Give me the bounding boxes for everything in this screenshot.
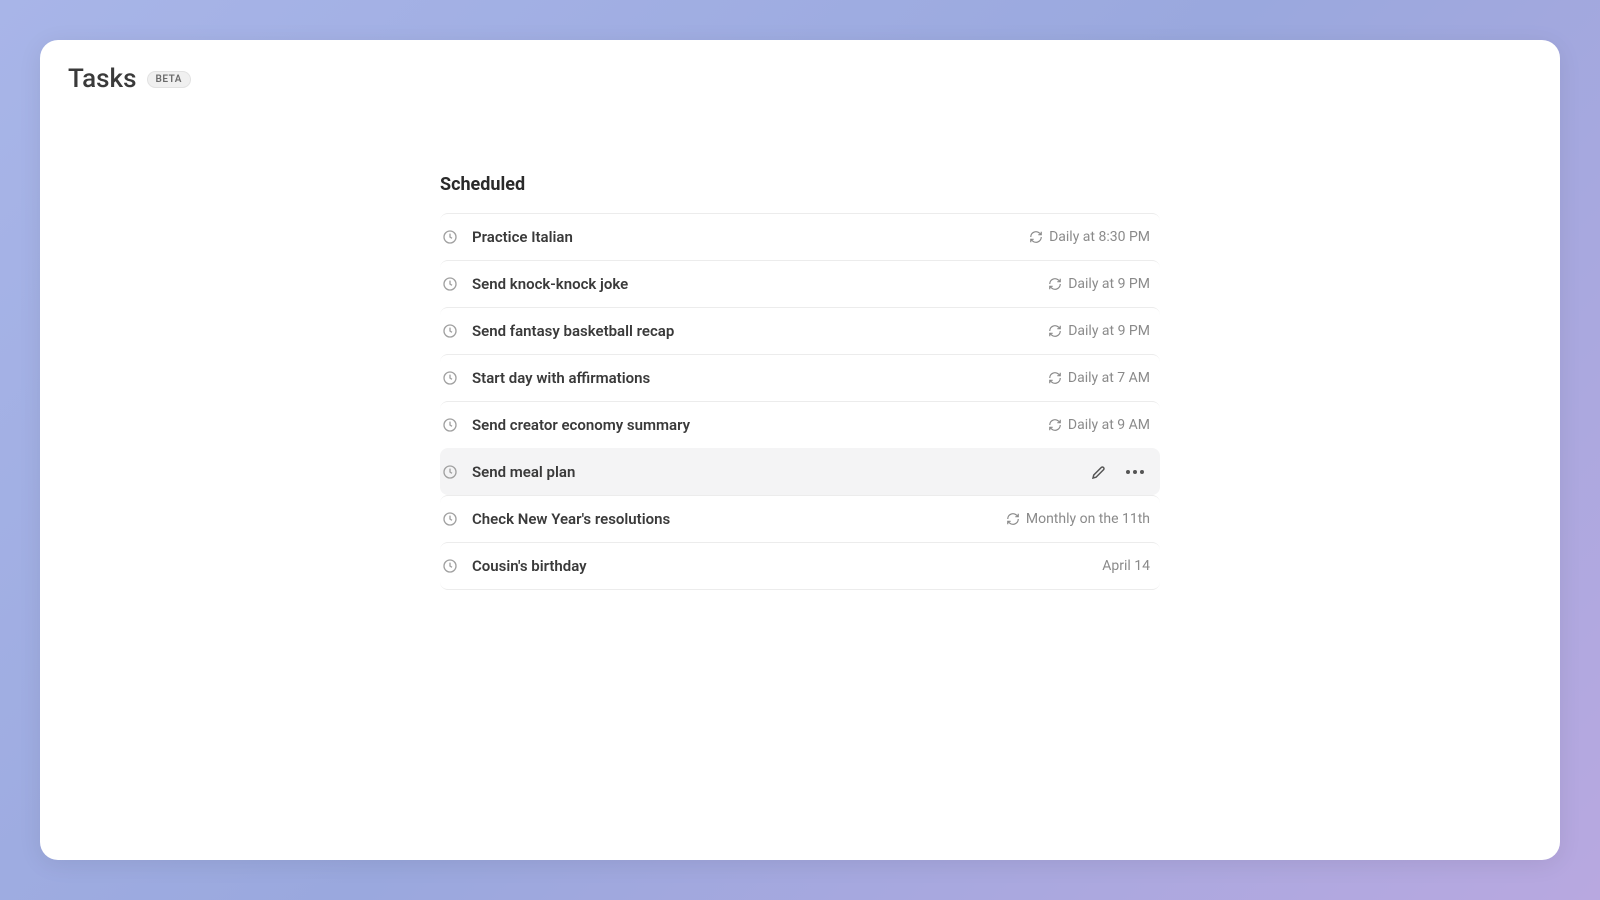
task-schedule: April 14 xyxy=(1102,558,1150,574)
task-title: Send knock-knock joke xyxy=(472,275,1034,293)
task-row[interactable]: Send knock-knock joke Daily at 9 PM xyxy=(440,260,1160,307)
task-schedule-text: Daily at 7 AM xyxy=(1068,370,1150,386)
page-title: Tasks xyxy=(68,64,137,94)
more-icon[interactable] xyxy=(1126,470,1144,474)
clock-icon xyxy=(442,323,458,339)
main-content: Scheduled Practice Italian Daily at 8:30 … xyxy=(440,174,1160,590)
task-title: Start day with affirmations xyxy=(472,369,1034,387)
task-title: Send fantasy basketball recap xyxy=(472,322,1034,340)
task-schedule-text: Daily at 9 PM xyxy=(1068,276,1150,292)
row-actions xyxy=(1090,463,1144,481)
task-title: Check New Year's resolutions xyxy=(472,510,992,528)
clock-icon xyxy=(442,370,458,386)
task-schedule-text: April 14 xyxy=(1102,558,1150,574)
task-schedule: Daily at 7 AM xyxy=(1048,370,1150,386)
task-row[interactable]: Send meal plan xyxy=(440,448,1160,495)
task-title: Send creator economy summary xyxy=(472,416,1034,434)
task-list: Practice Italian Daily at 8:30 PM Send kno… xyxy=(440,213,1160,590)
task-title: Cousin's birthday xyxy=(472,557,1088,575)
task-row[interactable]: Send fantasy basketball recap Daily at 9 … xyxy=(440,307,1160,354)
task-row[interactable]: Practice Italian Daily at 8:30 PM xyxy=(440,213,1160,260)
task-schedule: Daily at 9 PM xyxy=(1048,276,1150,292)
refresh-icon xyxy=(1048,324,1062,338)
refresh-icon xyxy=(1048,371,1062,385)
refresh-icon xyxy=(1048,277,1062,291)
beta-badge: BETA xyxy=(147,71,191,88)
task-schedule-text: Daily at 9 PM xyxy=(1068,323,1150,339)
clock-icon xyxy=(442,229,458,245)
task-schedule: Monthly on the 11th xyxy=(1006,511,1150,527)
section-title: Scheduled xyxy=(440,174,1160,195)
task-schedule: Daily at 9 PM xyxy=(1048,323,1150,339)
clock-icon xyxy=(442,276,458,292)
task-schedule-text: Daily at 9 AM xyxy=(1068,417,1150,433)
refresh-icon xyxy=(1029,230,1043,244)
header: Tasks BETA xyxy=(68,64,1532,94)
refresh-icon xyxy=(1048,418,1062,432)
task-title: Practice Italian xyxy=(472,228,1015,246)
refresh-icon xyxy=(1006,512,1020,526)
app-window: Tasks BETA Scheduled Practice Italian Dai… xyxy=(40,40,1560,860)
task-title: Send meal plan xyxy=(472,463,1076,481)
task-schedule: Daily at 8:30 PM xyxy=(1029,229,1150,245)
clock-icon xyxy=(442,417,458,433)
task-schedule-text: Monthly on the 11th xyxy=(1026,511,1150,527)
clock-icon xyxy=(442,511,458,527)
edit-icon[interactable] xyxy=(1090,463,1108,481)
task-schedule-text: Daily at 8:30 PM xyxy=(1049,229,1150,245)
clock-icon xyxy=(442,558,458,574)
task-row[interactable]: Cousin's birthday April 14 xyxy=(440,542,1160,590)
task-row[interactable]: Check New Year's resolutions Monthly on t… xyxy=(440,495,1160,542)
task-schedule: Daily at 9 AM xyxy=(1048,417,1150,433)
task-row[interactable]: Start day with affirmations Daily at 7 AM xyxy=(440,354,1160,401)
clock-icon xyxy=(442,464,458,480)
task-row[interactable]: Send creator economy summary Daily at 9 A… xyxy=(440,401,1160,448)
